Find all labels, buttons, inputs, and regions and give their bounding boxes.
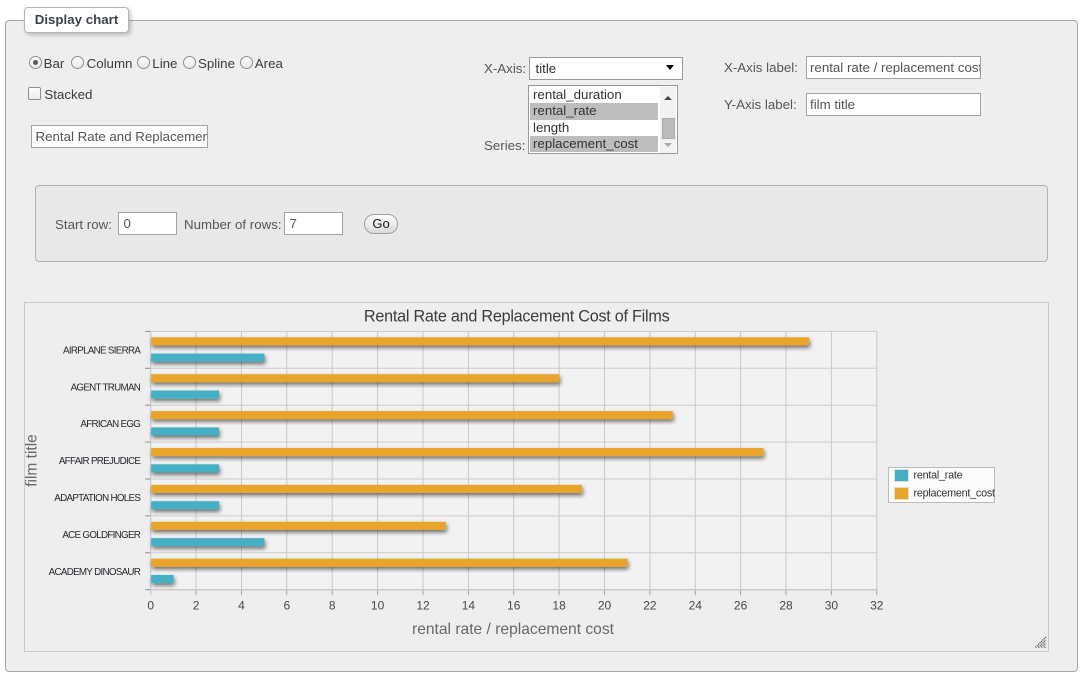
svg-text:32: 32 bbox=[870, 599, 884, 613]
svg-text:AGENT TRUMAN: AGENT TRUMAN bbox=[71, 382, 141, 393]
svg-text:20: 20 bbox=[598, 599, 612, 613]
svg-text:ACE GOLDFINGER: ACE GOLDFINGER bbox=[62, 530, 140, 541]
svg-text:2: 2 bbox=[193, 599, 200, 613]
svg-text:22: 22 bbox=[643, 599, 657, 613]
svg-text:AIRPLANE SIERRA: AIRPLANE SIERRA bbox=[63, 345, 141, 356]
svg-text:replacement_cost: replacement_cost bbox=[914, 487, 995, 499]
svg-text:4: 4 bbox=[238, 599, 245, 613]
svg-text:0: 0 bbox=[147, 599, 154, 613]
svg-text:ADAPTATION HOLES: ADAPTATION HOLES bbox=[54, 493, 141, 504]
svg-text:24: 24 bbox=[689, 599, 703, 613]
svg-text:26: 26 bbox=[734, 599, 748, 613]
svg-text:30: 30 bbox=[825, 599, 839, 613]
svg-text:16: 16 bbox=[507, 599, 521, 613]
svg-text:28: 28 bbox=[779, 599, 793, 613]
svg-text:ACADEMY DINOSAUR: ACADEMY DINOSAUR bbox=[49, 567, 141, 578]
svg-text:8: 8 bbox=[329, 599, 336, 613]
svg-text:rental rate / replacement cost: rental rate / replacement cost bbox=[412, 621, 615, 638]
svg-text:Rental Rate and Replacement Co: Rental Rate and Replacement Cost of Film… bbox=[364, 307, 670, 325]
svg-text:AFFAIR PREJUDICE: AFFAIR PREJUDICE bbox=[59, 456, 142, 467]
svg-text:rental_rate: rental_rate bbox=[914, 469, 963, 481]
svg-text:12: 12 bbox=[416, 599, 430, 613]
svg-text:18: 18 bbox=[552, 599, 566, 613]
svg-text:14: 14 bbox=[462, 599, 476, 613]
svg-text:10: 10 bbox=[371, 599, 385, 613]
svg-text:film title: film title bbox=[25, 434, 40, 487]
svg-text:6: 6 bbox=[283, 599, 290, 613]
svg-text:AFRICAN EGG: AFRICAN EGG bbox=[80, 419, 140, 430]
